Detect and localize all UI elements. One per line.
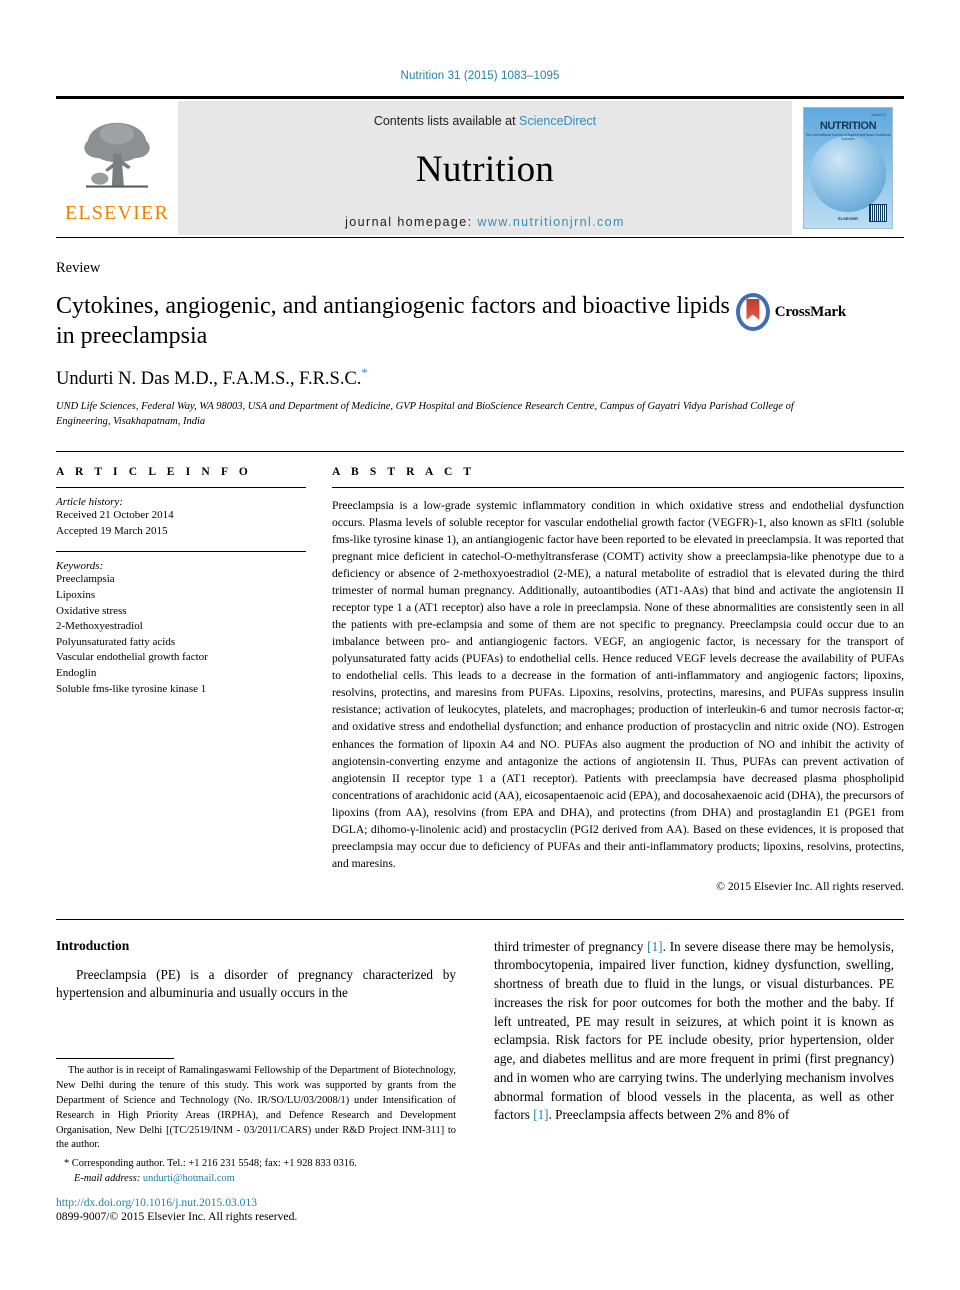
intro-right-mid: . In severe disease there may be hemolys…	[494, 938, 894, 1123]
footnote-corresponding: * Corresponding author. Tel.: +1 216 231…	[56, 1156, 456, 1186]
abstract-column: A B S T R A C T Preeclampsia is a low-gr…	[332, 466, 904, 893]
body-top-rule	[56, 918, 904, 920]
keyword-item: Soluble fms-like tyrosine kinase 1	[56, 682, 207, 695]
article-info-column: A R T I C L E I N F O Article history: R…	[56, 466, 306, 893]
abstract-block-top-rule	[56, 451, 904, 453]
cover-title: NUTRITION	[819, 120, 877, 132]
journal-masthead: ELSEVIER Contents lists available at Sci…	[56, 96, 904, 237]
corresponding-author-marker[interactable]: *	[361, 365, 368, 380]
sciencedirect-link[interactable]: ScienceDirect	[519, 114, 596, 128]
citation-ref-1[interactable]: [1]	[647, 939, 662, 954]
cover-image: Volume 31 NUTRITION The International Jo…	[803, 107, 893, 229]
doi-link[interactable]: http://dx.doi.org/10.1016/j.nut.2015.03.…	[56, 1196, 297, 1209]
email-address-label: E-mail address:	[74, 1173, 141, 1185]
journal-homepage-line: journal homepage: www.nutritionjrnl.com	[345, 215, 625, 229]
keywords-separator-rule	[56, 551, 306, 553]
title-row: Cytokines, angiogenic, and antiangiogeni…	[56, 291, 904, 351]
corresponding-contact: * Corresponding author. Tel.: +1 216 231…	[64, 1158, 357, 1170]
keyword-item: Endoglin	[56, 666, 97, 679]
masthead-center: Contents lists available at ScienceDirec…	[178, 101, 792, 235]
author-line: Undurti N. Das M.D., F.A.M.S., F.R.S.C.*	[56, 365, 904, 390]
publisher-logo: ELSEVIER	[56, 99, 178, 237]
contents-prefix: Contents lists available at	[373, 114, 520, 128]
barcode-icon	[869, 204, 887, 222]
elsevier-tree-icon	[84, 122, 150, 188]
article-history-accepted: Accepted 19 March 2015	[56, 524, 168, 537]
journal-homepage-link[interactable]: www.nutritionjrnl.com	[477, 215, 625, 229]
journal-title: Nutrition	[415, 149, 555, 190]
issn-copyright-line: 0899-9007/© 2015 Elsevier Inc. All right…	[56, 1210, 298, 1223]
elsevier-wordmark: ELSEVIER	[64, 202, 170, 224]
intro-paragraph-left: Preeclampsia (PE) is a disorder of pregn…	[56, 966, 456, 1001]
cover-volume: Volume 31	[870, 113, 886, 117]
crossmark-badge[interactable]: CrossMark	[736, 293, 846, 331]
body-column-right: third trimester of pregnancy [1]. In sev…	[494, 938, 894, 1125]
abstract-label: A B S T R A C T	[332, 466, 476, 479]
keyword-item: Preeclampsia	[56, 573, 115, 586]
abstract-text: Preeclampsia is a low-grade systemic inf…	[332, 499, 904, 870]
keyword-item: Oxidative stress	[56, 604, 127, 617]
article-history-group: Article history: Received 21 October 201…	[56, 496, 306, 539]
abstract-columns: A R T I C L E I N F O Article history: R…	[56, 466, 904, 893]
article-info-label: A R T I C L E I N F O	[56, 466, 252, 479]
intro-right-pre: third trimester of pregnancy	[494, 938, 648, 954]
keywords-group: Keywords: Preeclampsia Lipoxins Oxidativ…	[56, 560, 306, 697]
masthead-bottom-rule	[56, 237, 904, 238]
email-line: E-mail address: undurti@hotmail.com	[64, 1171, 456, 1186]
homepage-prefix: journal homepage:	[345, 215, 478, 229]
contents-available-line: Contents lists available at ScienceDirec…	[374, 114, 596, 128]
journal-cover-thumbnail: Volume 31 NUTRITION The International Jo…	[792, 99, 904, 237]
intro-paragraph-right: third trimester of pregnancy [1]. In sev…	[494, 938, 894, 1125]
cover-subtitle: The International Journal of Applied and…	[805, 133, 891, 141]
article-history-received: Received 21 October 2014	[56, 509, 174, 522]
crossmark-icon	[736, 293, 770, 331]
footnote-block: The author is in receipt of Ramalingaswa…	[56, 1058, 456, 1186]
footnote-rule	[56, 1058, 174, 1059]
article-history-heading: Article history:	[56, 496, 123, 509]
keyword-item: 2-Methoxyestradiol	[56, 620, 143, 633]
page-title: Cytokines, angiogenic, and antiangiogeni…	[56, 293, 730, 350]
crossmark-label: CrossMark	[774, 303, 846, 320]
keywords-heading: Keywords:	[56, 560, 104, 573]
keyword-item: Vascular endothelial growth factor	[56, 651, 208, 664]
intro-right-post: . Preeclampsia affects between 2% and 8%…	[548, 1107, 790, 1123]
author-name: Undurti N. Das M.D., F.A.M.S., F.R.S.C.	[56, 369, 362, 390]
section-heading-introduction: Introduction	[56, 937, 130, 953]
abstract-rule	[332, 487, 904, 489]
globe-icon	[810, 136, 886, 212]
article-info-rule	[56, 487, 306, 489]
citation-ref-2[interactable]: [1]	[533, 1107, 548, 1122]
author-affiliation: UND Life Sciences, Federal Way, WA 98003…	[56, 400, 794, 427]
article-type: Review	[56, 260, 101, 276]
keyword-item: Lipoxins	[56, 588, 96, 601]
abstract-copyright: © 2015 Elsevier Inc. All rights reserved…	[716, 879, 904, 893]
email-address-link[interactable]: undurti@hotmail.com	[143, 1173, 235, 1184]
article-page: Nutrition 31 (2015) 1083–1095 ELSEVIER C…	[0, 0, 960, 1290]
footnote-funding: The author is in receipt of Ramalingaswa…	[56, 1065, 456, 1151]
keyword-item: Polyunsaturated fatty acids	[56, 635, 176, 648]
footer-block: http://dx.doi.org/10.1016/j.nut.2015.03.…	[56, 1196, 297, 1223]
running-head: Nutrition 31 (2015) 1083–1095	[400, 70, 560, 82]
